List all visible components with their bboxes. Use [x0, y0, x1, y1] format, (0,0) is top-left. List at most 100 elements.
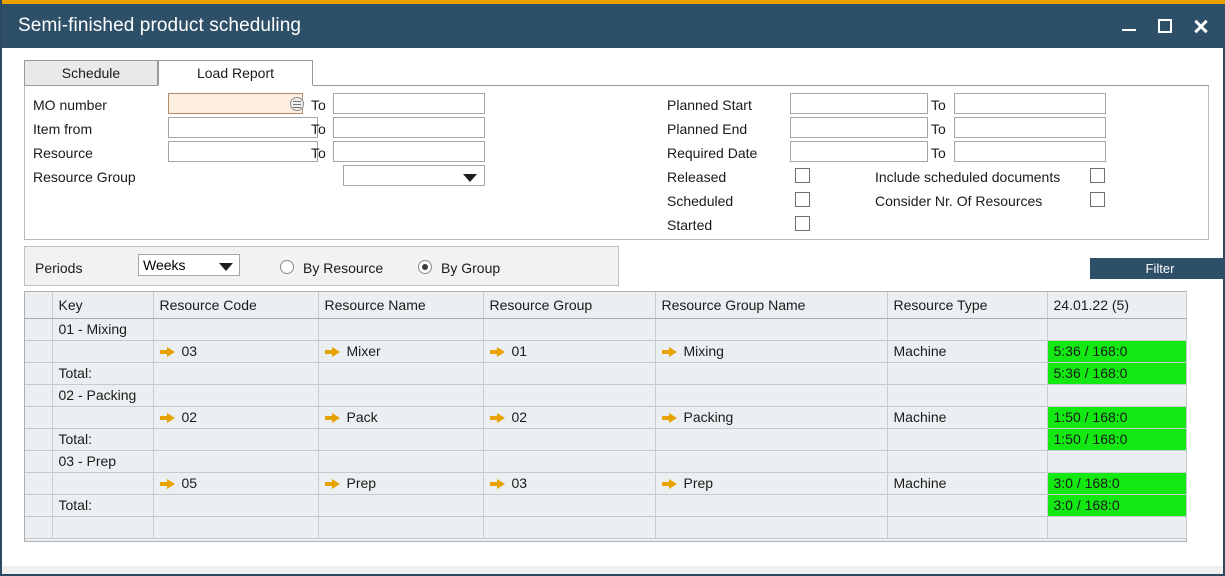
radio-by-group[interactable] — [418, 260, 432, 274]
cell-resource-group[interactable]: 01 — [483, 340, 655, 362]
item-from-input[interactable] — [168, 117, 318, 138]
load-report-grid[interactable]: Key Resource Code Resource Name Resource… — [24, 291, 1187, 542]
cell-resource-code — [153, 516, 318, 538]
cell-resource-group-name[interactable]: Packing — [655, 406, 887, 428]
title-bar: Semi-finished product scheduling — [2, 4, 1225, 48]
periods-panel: Periods Weeks By Resource By Group — [24, 246, 619, 286]
drilldown-arrow-icon — [325, 413, 340, 422]
cell-resource-group-name[interactable]: Prep — [655, 472, 887, 494]
label-item-from: Item from — [33, 119, 92, 139]
cell-load-value: 3:0 / 168:0 — [1047, 494, 1186, 516]
table-row[interactable] — [25, 516, 1186, 538]
row-selector[interactable] — [25, 516, 52, 538]
cell-load-value — [1047, 318, 1186, 340]
mo-number-from-input[interactable] — [168, 93, 303, 114]
cell-load-value: 1:50 / 168:0 — [1047, 428, 1186, 450]
table-row[interactable]: 03 - Prep — [25, 450, 1186, 472]
tab-load-report[interactable]: Load Report — [158, 60, 313, 86]
window-controls — [1111, 4, 1219, 48]
checkbox-consider-nr-of-resources[interactable] — [1090, 192, 1105, 207]
table-row[interactable]: 03Mixer01MixingMachine5:36 / 168:0 — [25, 340, 1186, 362]
header-resource-type[interactable]: Resource Type — [887, 292, 1047, 318]
cell-resource-group[interactable]: 03 — [483, 472, 655, 494]
row-selector[interactable] — [25, 472, 52, 494]
cell-resource-group-name[interactable]: Mixing — [655, 340, 887, 362]
cell-resource-name-text: Prep — [347, 475, 377, 491]
resource-from-input[interactable] — [168, 141, 318, 162]
cell-load-value: 5:36 / 168:0 — [1047, 340, 1186, 362]
row-selector[interactable] — [25, 340, 52, 362]
cell-resource-code[interactable]: 03 — [153, 340, 318, 362]
table-header-row: Key Resource Code Resource Name Resource… — [25, 292, 1186, 318]
cell-resource-name[interactable]: Pack — [318, 406, 483, 428]
row-selector[interactable] — [25, 450, 52, 472]
cell-resource-name[interactable]: Mixer — [318, 340, 483, 362]
label-consider-nr-of-resources: Consider Nr. Of Resources — [875, 191, 1042, 211]
checkbox-scheduled[interactable] — [795, 192, 810, 207]
table-row[interactable]: Total:5:36 / 168:0 — [25, 362, 1186, 384]
table-row[interactable]: 01 - Mixing — [25, 318, 1186, 340]
cell-resource-type: Machine — [887, 472, 1047, 494]
drilldown-arrow-icon — [160, 479, 175, 488]
cell-resource-code[interactable]: 02 — [153, 406, 318, 428]
checkbox-started[interactable] — [795, 216, 810, 231]
table-row[interactable]: Total:3:0 / 168:0 — [25, 494, 1186, 516]
cell-resource-name — [318, 516, 483, 538]
cell-resource-name — [318, 450, 483, 472]
header-key[interactable]: Key — [52, 292, 153, 318]
periods-select[interactable]: Weeks — [138, 254, 240, 276]
table-row[interactable]: 02Pack02PackingMachine1:50 / 168:0 — [25, 406, 1186, 428]
cell-resource-code — [153, 428, 318, 450]
label-resource: Resource — [33, 143, 93, 163]
planned-end-to-input[interactable] — [954, 117, 1106, 138]
cell-resource-group-name — [655, 516, 887, 538]
planned-start-to-input[interactable] — [954, 93, 1106, 114]
item-to-input[interactable] — [333, 117, 485, 138]
header-resource-group-name[interactable]: Resource Group Name — [655, 292, 887, 318]
cell-resource-group[interactable]: 02 — [483, 406, 655, 428]
checkbox-include-scheduled-documents[interactable] — [1090, 168, 1105, 183]
cell-key: Total: — [52, 428, 153, 450]
row-selector[interactable] — [25, 428, 52, 450]
cell-load-value: 1:50 / 168:0 — [1047, 406, 1186, 428]
row-selector[interactable] — [25, 318, 52, 340]
header-period-date[interactable]: 24.01.22 (5) — [1047, 292, 1186, 318]
label-scheduled: Scheduled — [667, 191, 733, 211]
tab-schedule[interactable]: Schedule — [24, 60, 158, 86]
filter-button[interactable]: Filter — [1090, 258, 1225, 279]
radio-by-resource[interactable] — [280, 260, 294, 274]
row-selector[interactable] — [25, 384, 52, 406]
planned-start-from-input[interactable] — [790, 93, 928, 114]
header-resource-group[interactable]: Resource Group — [483, 292, 655, 318]
cell-resource-type: Machine — [887, 406, 1047, 428]
cell-resource-code[interactable]: 05 — [153, 472, 318, 494]
minimize-button[interactable] — [1111, 4, 1147, 48]
table-row[interactable]: 02 - Packing — [25, 384, 1186, 406]
cell-resource-group-name-text: Mixing — [684, 343, 724, 359]
header-resource-name[interactable]: Resource Name — [318, 292, 483, 318]
label-mo-number: MO number — [33, 95, 107, 115]
table-row[interactable]: Total: 1:50 / 168:0 — [25, 428, 1186, 450]
cell-key: 02 - Packing — [52, 384, 153, 406]
table-row[interactable]: 05Prep03PrepMachine3:0 / 168:0 — [25, 472, 1186, 494]
maximize-button[interactable] — [1147, 4, 1183, 48]
required-date-from-input[interactable] — [790, 141, 928, 162]
resource-group-select[interactable] — [343, 165, 485, 186]
required-date-to-input[interactable] — [954, 141, 1106, 162]
checkbox-released[interactable] — [795, 168, 810, 183]
cell-resource-code-text: 05 — [182, 475, 198, 491]
load-report-table: Key Resource Code Resource Name Resource… — [25, 292, 1187, 539]
header-resource-code[interactable]: Resource Code — [153, 292, 318, 318]
planned-end-from-input[interactable] — [790, 117, 928, 138]
close-button[interactable] — [1183, 4, 1219, 48]
cell-resource-group-text: 03 — [512, 475, 528, 491]
row-selector[interactable] — [25, 362, 52, 384]
row-selector[interactable] — [25, 406, 52, 428]
cell-resource-group-text: 02 — [512, 409, 528, 425]
mo-number-lookup-icon[interactable] — [290, 97, 304, 111]
mo-number-to-input[interactable] — [333, 93, 485, 114]
cell-resource-name[interactable]: Prep — [318, 472, 483, 494]
drilldown-arrow-icon — [325, 347, 340, 356]
row-selector[interactable] — [25, 494, 52, 516]
resource-to-input[interactable] — [333, 141, 485, 162]
